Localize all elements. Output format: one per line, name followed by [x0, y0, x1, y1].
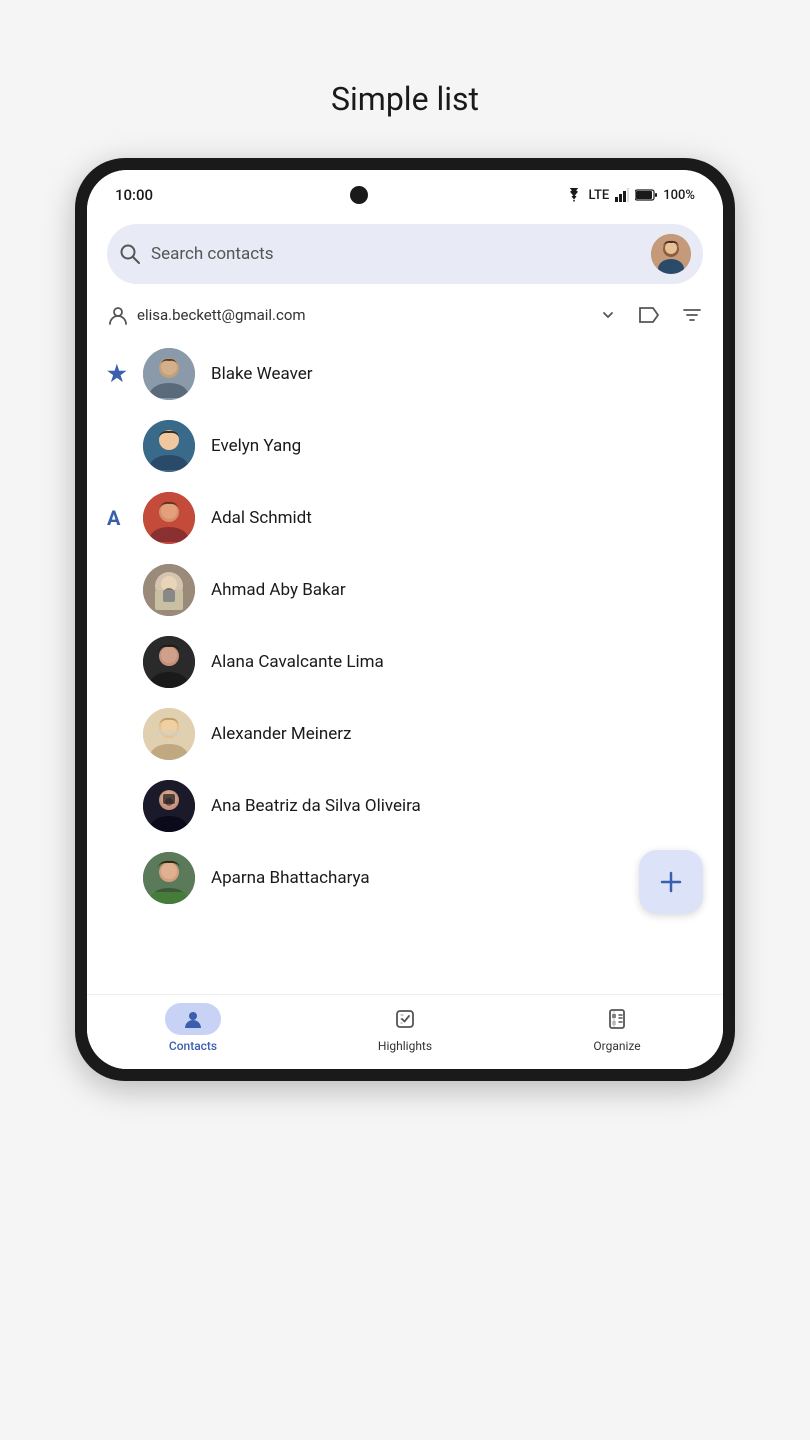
search-bar[interactable]: Search contacts — [107, 224, 703, 284]
search-area: Search contacts — [87, 212, 723, 292]
avatar — [143, 492, 195, 544]
nav-highlights[interactable]: Highlights — [299, 1003, 511, 1053]
search-icon — [119, 243, 141, 265]
avatar — [143, 708, 195, 760]
contacts-nav-icon — [182, 1008, 204, 1030]
list-item[interactable]: Ahmad Aby Bakar — [87, 554, 723, 626]
contact-name: Ana Beatriz da Silva Oliveira — [211, 796, 421, 816]
section-marker-star: ★ — [107, 362, 143, 387]
contact-name: Alexander Meinerz — [211, 724, 351, 744]
battery-icon — [635, 189, 657, 201]
contacts-list: ★ Blake Weaver — [87, 338, 723, 994]
label-icon — [637, 304, 661, 326]
wifi-icon — [565, 188, 583, 202]
avatar — [143, 420, 195, 472]
phone-screen: 10:00 LTE — [87, 170, 723, 1069]
organize-nav-icon — [606, 1008, 628, 1030]
page-title: Simple list — [331, 80, 479, 118]
camera-notch — [350, 186, 368, 204]
highlights-nav-icon — [394, 1008, 416, 1030]
list-item[interactable]: ★ Blake Weaver — [87, 338, 723, 410]
contacts-nav-icon-wrap — [165, 1003, 221, 1035]
lte-label: LTE — [589, 188, 610, 203]
user-avatar[interactable] — [651, 234, 691, 274]
filter-icon — [681, 304, 703, 326]
contact-name: Alana Cavalcante Lima — [211, 652, 384, 672]
section-marker-a: A — [107, 506, 143, 530]
nav-organize[interactable]: Organize — [511, 1003, 723, 1053]
list-item[interactable]: A Adal Schmidt — [87, 482, 723, 554]
account-email: elisa.beckett@gmail.com — [137, 306, 591, 324]
list-item[interactable]: Alana Cavalcante Lima — [87, 626, 723, 698]
highlights-nav-label: Highlights — [378, 1039, 432, 1053]
list-item[interactable]: Ana Beatriz da Silva Oliveira — [87, 770, 723, 842]
add-contact-fab[interactable] — [639, 850, 703, 914]
contact-name: Aparna Bhattacharya — [211, 868, 370, 888]
contact-name: Adal Schmidt — [211, 508, 312, 528]
account-row[interactable]: elisa.beckett@gmail.com — [87, 292, 723, 338]
avatar — [143, 348, 195, 400]
phone-frame: 10:00 LTE — [75, 158, 735, 1081]
list-item[interactable]: Aparna Bhattacharya — [87, 842, 723, 914]
contacts-nav-label: Contacts — [169, 1039, 217, 1053]
contact-name: Ahmad Aby Bakar — [211, 580, 346, 600]
avatar — [143, 564, 195, 616]
organize-nav-icon-wrap — [589, 1003, 645, 1035]
highlights-nav-icon-wrap — [377, 1003, 433, 1035]
chevron-down-icon — [599, 306, 617, 324]
contact-name: Evelyn Yang — [211, 436, 301, 456]
list-item[interactable]: Alexander Meinerz — [87, 698, 723, 770]
avatar — [143, 852, 195, 904]
nav-contacts[interactable]: Contacts — [87, 1003, 299, 1053]
status-icons: LTE 100% — [565, 188, 695, 203]
list-item[interactable]: Evelyn Yang — [87, 410, 723, 482]
search-placeholder: Search contacts — [151, 244, 641, 264]
bottom-nav: Contacts Highlights — [87, 994, 723, 1069]
avatar — [143, 636, 195, 688]
organize-nav-label: Organize — [593, 1039, 640, 1053]
battery-level: 100% — [663, 188, 695, 203]
signal-icon — [615, 188, 629, 202]
status-time: 10:00 — [115, 186, 153, 204]
status-bar: 10:00 LTE — [87, 170, 723, 212]
avatar — [143, 780, 195, 832]
contact-name: Blake Weaver — [211, 364, 313, 384]
account-icon — [107, 304, 129, 326]
